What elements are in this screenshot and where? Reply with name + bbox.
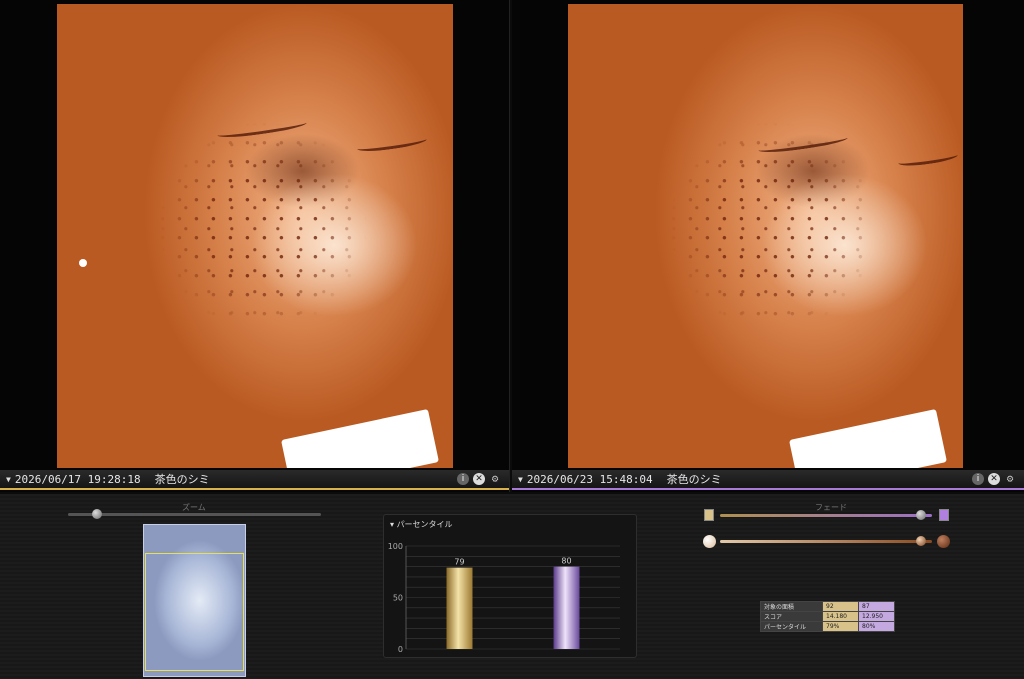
face-image-right[interactable] [568,4,963,468]
viewer-right[interactable]: ▼ 2026/06/23 15:48:04 茶色のシミ i ✕ ⚙ [512,0,1024,492]
info-icon[interactable]: i [972,473,984,485]
eye-shape [216,117,308,141]
percentile-chart-panel: ▾ パーセンタイル 0 50 100 79 80 [383,514,637,658]
viewport-frame[interactable] [145,553,244,671]
close-icon[interactable]: ✕ [988,473,1000,485]
value-b: 12.950 [858,611,895,622]
table-row: スコア 14.180 12.950 [760,611,895,622]
face-image-left[interactable] [57,4,453,468]
fade-slider[interactable] [720,510,932,520]
settings-icon[interactable]: ⚙ [489,473,501,485]
row-label: スコア [760,611,823,622]
settings-icon[interactable]: ⚙ [1004,473,1016,485]
close-icon[interactable]: ✕ [473,473,485,485]
row-label: 対象の面積 [760,601,823,612]
bar [553,566,580,649]
viewer-right-info-bar: ▼ 2026/06/23 15:48:04 茶色のシミ i ✕ ⚙ [512,470,1024,490]
value-a: 92 [822,601,859,612]
value-a: 79% [822,621,859,632]
image-a-swatch-icon[interactable] [704,509,714,521]
percentile-bar-chart: 0 50 100 79 80 [388,542,620,654]
results-table: 対象の面積 92 87 スコア 14.180 12.950 パーセンタイル 79… [760,601,895,632]
eye-shape [897,149,959,169]
analysis-label: 茶色のシミ [666,473,722,486]
analysis-label: 茶色のシミ [154,473,210,486]
caret-down-icon[interactable]: ▼ [518,475,523,484]
bar-value-label: 80 [561,557,571,566]
capture-timestamp: 2026/06/23 15:48:04 [526,472,653,486]
row-label: パーセンタイル [760,621,823,632]
zoom-slider[interactable] [68,509,321,519]
y-tick-label: 0 [398,645,403,654]
fade-slider-handle[interactable] [915,510,926,520]
viewer-left[interactable]: ▼ 2026/06/17 19:28:18 茶色のシミ i ✕ ⚙ [0,0,510,492]
table-row: 対象の面積 92 87 [760,601,895,612]
value-b: 80% [858,621,895,632]
image-b-swatch-icon[interactable] [939,509,949,521]
y-tick-label: 100 [388,542,403,551]
bar-value-label: 79 [454,558,464,567]
info-icon[interactable]: i [457,473,469,485]
brightness-slider[interactable] [720,536,932,546]
capture-timestamp: 2026/06/17 19:28:18 [14,472,141,486]
bar [446,567,473,649]
caret-down-icon[interactable]: ▼ [6,475,11,484]
earring-highlight [79,259,87,267]
fade-label: フェード [815,503,847,512]
zoom-slider-handle[interactable] [92,509,103,519]
chin-rest [789,408,947,468]
navigation-thumbnail[interactable] [143,524,246,677]
table-row: パーセンタイル 79% 80% [760,621,895,632]
chin-rest [281,408,439,468]
light-bulb-icon[interactable] [703,535,716,548]
value-b: 87 [858,601,895,612]
y-tick-label: 50 [393,594,403,603]
brightness-slider-handle[interactable] [915,536,926,546]
dark-bulb-icon[interactable] [937,535,950,548]
eye-shape [757,132,849,156]
value-a: 14.180 [822,611,859,622]
control-panel: ズーム ▾ パーセンタイル 0 50 100 79 80 フェード 対象の面積 … [0,494,1024,679]
viewer-left-info-bar: ▼ 2026/06/17 19:28:18 茶色のシミ i ✕ ⚙ [0,470,509,490]
eye-shape [356,134,428,154]
zoom-label: ズーム [182,503,206,512]
